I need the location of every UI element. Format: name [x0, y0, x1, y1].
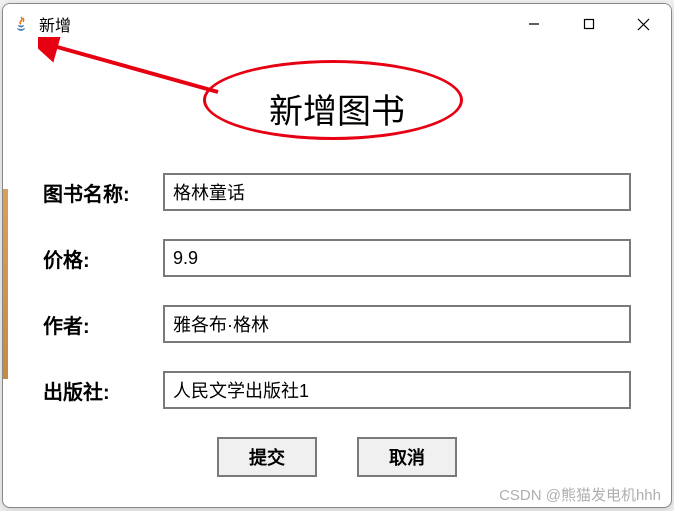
minimize-button[interactable] — [506, 4, 561, 44]
window-controls — [506, 4, 671, 44]
cancel-button[interactable]: 取消 — [357, 437, 457, 477]
java-icon — [11, 14, 31, 34]
author-input[interactable] — [163, 305, 631, 343]
name-input[interactable] — [163, 173, 631, 211]
page-title: 新增图书 — [43, 84, 631, 133]
submit-button[interactable]: 提交 — [217, 437, 317, 477]
window-title: 新增 — [39, 12, 71, 36]
close-button[interactable] — [616, 4, 671, 44]
publisher-input[interactable] — [163, 371, 631, 409]
publisher-label: 出版社: — [43, 376, 163, 405]
name-label: 图书名称: — [43, 178, 163, 207]
price-input[interactable] — [163, 239, 631, 277]
window-frame: 新增 新增图书 图书名称: 价格: 作者: — [2, 3, 672, 508]
button-row: 提交 取消 — [43, 437, 631, 477]
price-label: 价格: — [43, 244, 163, 273]
author-label: 作者: — [43, 310, 163, 339]
maximize-button[interactable] — [561, 4, 616, 44]
titlebar: 新增 — [3, 4, 671, 44]
form-row-price: 价格: — [43, 239, 631, 277]
form-row-name: 图书名称: — [43, 173, 631, 211]
form-row-author: 作者: — [43, 305, 631, 343]
content-area: 新增图书 图书名称: 价格: 作者: 出版社: 提交 取消 — [3, 44, 671, 507]
form-row-publisher: 出版社: — [43, 371, 631, 409]
